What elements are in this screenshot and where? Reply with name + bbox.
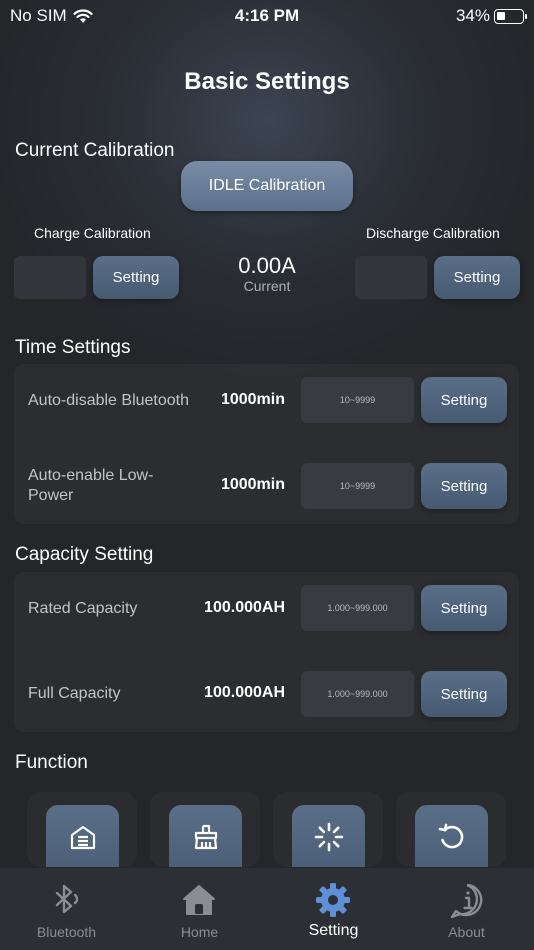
status-bar: No SIM 4:16 PM 34%	[0, 0, 534, 32]
status-right: 34%	[455, 6, 527, 26]
page-title: Basic Settings	[184, 68, 350, 95]
info-icon	[450, 883, 483, 919]
rated-capacity-button[interactable]: Setting	[421, 585, 507, 631]
bluetooth-icon	[55, 884, 79, 914]
function-refresh-button[interactable]	[415, 805, 488, 869]
rated-capacity-value: 100.000AH	[204, 599, 285, 616]
battery-percent: 34%	[455, 6, 490, 25]
auto-disable-bluetooth-button[interactable]: Setting	[421, 377, 507, 423]
tab-bluetooth-label: Bluetooth	[36, 924, 97, 940]
tab-about-label: About	[448, 924, 485, 940]
discharge-calibration-label: Discharge Calibration	[366, 225, 500, 241]
function-home-button[interactable]	[46, 805, 119, 869]
tab-home[interactable]: Home	[133, 868, 266, 950]
status-time: 4:16 PM	[234, 6, 300, 25]
tab-bar: Bluetooth Home Setting About	[0, 867, 534, 950]
discharge-calibration-button[interactable]: Setting	[434, 256, 520, 299]
current-value: 0.00A	[238, 253, 296, 278]
full-capacity-value: 100.000AH	[204, 684, 285, 701]
battery-level	[497, 11, 505, 20]
function-clean-button[interactable]	[169, 805, 242, 869]
home-icon	[183, 885, 215, 915]
broom-icon	[194, 824, 217, 850]
full-capacity-label: Full Capacity	[28, 685, 121, 702]
refresh-icon	[438, 823, 463, 849]
idle-calibration-button[interactable]: IDLE Calibration	[181, 161, 353, 211]
auto-disable-bluetooth-label: Auto-disable Bluetooth	[28, 392, 189, 409]
discharge-calibration-field[interactable]	[355, 256, 427, 299]
auto-enable-low-power-input[interactable]: 10~9999	[301, 463, 414, 509]
section-title-function: Function	[15, 752, 88, 773]
tab-about[interactable]: About	[400, 868, 533, 950]
section-title-current-calibration: Current Calibration	[15, 140, 175, 161]
tab-setting[interactable]: Setting	[267, 868, 400, 950]
auto-enable-low-power-label: Auto-enable Low-Power	[28, 467, 154, 504]
current-label: Current	[243, 278, 291, 294]
auto-disable-bluetooth-value: 1000min	[220, 391, 285, 408]
function-reset-button[interactable]	[292, 805, 365, 869]
full-capacity-button[interactable]: Setting	[421, 671, 507, 717]
charge-calibration-label: Charge Calibration	[34, 225, 151, 241]
auto-disable-bluetooth-input[interactable]: 10~9999	[301, 377, 414, 423]
home-building-icon	[70, 825, 95, 850]
section-title-capacity-setting: Capacity Setting	[15, 544, 154, 565]
loading-spinner-icon	[314, 822, 343, 852]
tab-bluetooth[interactable]: Bluetooth	[0, 868, 133, 950]
tab-setting-label: Setting	[308, 922, 359, 939]
rated-capacity-input[interactable]: 1.000~999.000	[301, 585, 414, 631]
auto-enable-low-power-value: 1000min	[220, 476, 285, 493]
battery-icon	[494, 8, 527, 24]
section-title-time-settings: Time Settings	[15, 337, 131, 358]
charge-calibration-field[interactable]	[14, 256, 86, 299]
rated-capacity-label: Rated Capacity	[28, 600, 138, 617]
auto-enable-low-power-button[interactable]: Setting	[421, 463, 507, 509]
charge-calibration-button[interactable]: Setting	[93, 256, 179, 299]
tab-home-label: Home	[180, 924, 219, 940]
full-capacity-input[interactable]: 1.000~999.000	[301, 671, 414, 717]
gear-icon	[316, 883, 350, 917]
